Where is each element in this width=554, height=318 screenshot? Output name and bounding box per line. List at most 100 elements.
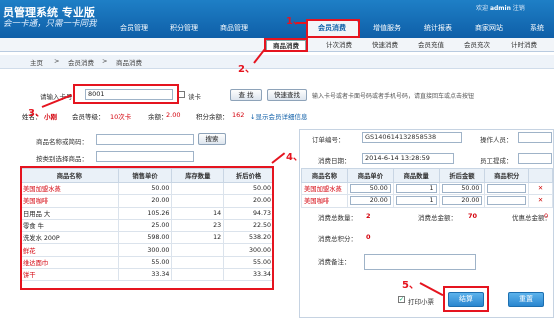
breadcrumb-home[interactable]: 主页: [30, 57, 43, 67]
goods-price-cell: 50.00: [117, 181, 173, 196]
points-label: 积分余额：: [196, 113, 229, 121]
welcome-text: 欢迎: [476, 5, 489, 12]
card-number-input[interactable]: 8001: [85, 89, 173, 100]
remark-input[interactable]: [364, 254, 476, 270]
goods-row[interactable]: 美国咖啡 20.00 20.00: [20, 194, 274, 208]
operator-input[interactable]: [518, 132, 552, 143]
total-points-label: 消费总积分：: [318, 235, 357, 243]
cart-amount-input[interactable]: 50.00: [441, 184, 483, 194]
consume-date-input[interactable]: 2014-6-14 13:28:59: [362, 153, 454, 164]
settle-button[interactable]: 结算: [448, 292, 484, 307]
user-name: admin: [489, 5, 511, 12]
nav-tab-points[interactable]: 积分管理: [160, 20, 208, 36]
cart-qty-cell: 1: [392, 181, 440, 196]
goods-discount-cell: 33.34: [223, 268, 274, 282]
print-receipt-checkbox[interactable]: ✓: [398, 296, 405, 303]
goods-name-cell: 日用品 大: [20, 206, 119, 220]
nav-tab-member-manage[interactable]: 会员管理: [110, 20, 158, 36]
cart-col-price: 商品单价: [346, 168, 394, 183]
cart-price-input[interactable]: 50.00: [349, 184, 391, 194]
goods-stock-cell: 14: [171, 206, 225, 220]
nav-tab-system[interactable]: 系统: [520, 20, 554, 36]
goods-name-filter-label: 商品名称或简码：: [36, 138, 88, 146]
cart-table: 商品名称 商品单价 商品数量 折后金额 商品积分 美国加盟水蒸 50.00 1 50.…: [301, 168, 553, 208]
goods-row[interactable]: 饼干 33.34 33.34: [20, 268, 274, 282]
discount-total-value: 0: [544, 212, 549, 220]
show-member-detail-link[interactable]: ↓显示会员详细信息: [250, 111, 307, 121]
find-button[interactable]: 查 找: [230, 89, 262, 101]
nav-tab-reports[interactable]: 统计报表: [414, 20, 462, 36]
total-points-value: 0: [366, 233, 371, 241]
cart-col-name: 商品名称: [301, 168, 348, 183]
operator-label: 操作人员：: [480, 136, 513, 144]
goods-row[interactable]: 零食 牛 25.00 23 22.50: [20, 218, 274, 233]
subtab-count-consume[interactable]: 计次消费: [320, 40, 358, 51]
goods-row[interactable]: 维达面巾 55.00 55.00: [20, 255, 274, 270]
member-level: 10次卡: [110, 113, 132, 121]
cart-points-cell: [484, 194, 530, 208]
cart-delete-icon[interactable]: ✕: [528, 194, 553, 208]
total-qty-value: 2: [366, 212, 371, 220]
goods-search-button[interactable]: 搜索: [198, 133, 226, 145]
goods-name-cell: 鲜花: [20, 243, 119, 257]
cart-qty-input[interactable]: 1: [395, 184, 437, 194]
category-filter-select[interactable]: [96, 151, 194, 162]
subtab-timed-consume[interactable]: 计时消费: [504, 40, 544, 51]
staff-commission-input[interactable]: [518, 153, 552, 164]
print-receipt-label: 打印小票: [408, 298, 434, 306]
goods-row[interactable]: 美国加盟水蒸 50.00 50.00: [20, 181, 274, 196]
goods-discount-cell: 300.00: [223, 243, 274, 257]
goods-stock-cell: 23: [171, 218, 225, 233]
goods-row[interactable]: 日用品 大 105.26 14 94.73: [20, 206, 274, 220]
goods-name-filter-input[interactable]: [96, 134, 194, 145]
step4-arrow-icon: [271, 152, 286, 164]
goods-table: 商品名称 销售单价 库存数量 折后价格 美国加盟水蒸 50.00 50.00 美国咖啡…: [20, 168, 274, 282]
breadcrumb-consume[interactable]: 会员消费: [68, 57, 94, 67]
cart-qty-input[interactable]: 1: [395, 196, 437, 206]
subtab-goods-consume[interactable]: 商品消费: [266, 40, 306, 51]
cart-price-cell: 50.00: [346, 181, 394, 196]
quick-find-button[interactable]: 快速查找: [267, 89, 307, 101]
subtab-recharge-count[interactable]: 会员充次: [458, 40, 496, 51]
nav-tab-goods[interactable]: 商品管理: [210, 20, 258, 36]
cart-delete-icon[interactable]: ✕: [528, 181, 553, 196]
goods-stock-cell: [171, 268, 225, 282]
goods-name-cell: 维达面巾: [20, 255, 119, 270]
points-value: 162: [232, 111, 245, 119]
step1-arrow-icon: [296, 22, 308, 24]
nav-tab-website[interactable]: 商家网站: [464, 20, 514, 36]
goods-name-cell: 美国咖啡: [20, 194, 119, 208]
cart-amount-cell: 20.00: [438, 194, 486, 208]
goods-price-cell: 20.00: [117, 194, 173, 208]
goods-row[interactable]: 鲜花 300.00 300.00: [20, 243, 274, 257]
logout-link[interactable]: 注销: [513, 5, 525, 12]
total-amount-value: 70: [468, 212, 478, 220]
cart-amount-input[interactable]: 20.00: [441, 196, 483, 206]
goods-discount-cell: 20.00: [223, 194, 274, 208]
order-no-value: GS140614132858538: [362, 132, 462, 143]
breadcrumb-current: 商品消费: [116, 59, 142, 67]
subtab-quick-consume[interactable]: 快速消费: [366, 40, 404, 51]
cart-price-cell: 20.00: [346, 194, 394, 208]
read-card-checkbox[interactable]: [178, 91, 185, 98]
goods-stock-cell: 12: [171, 231, 225, 245]
search-hint: 输入卡号或者卡面号码或者手机号码，请直接回车或点击按钮: [312, 93, 475, 100]
goods-discount-cell: 50.00: [223, 181, 274, 196]
cart-points-input[interactable]: [487, 196, 527, 206]
total-qty-label: 消费总数量：: [318, 214, 357, 222]
nav-tab-consume[interactable]: 会员消费: [306, 20, 358, 36]
nav-tab-value-added[interactable]: 增值服务: [362, 20, 412, 36]
cart-col-amount: 折后金额: [438, 168, 486, 183]
subtab-recharge[interactable]: 会员充值: [412, 40, 450, 51]
app-slogan: 会一卡通，只需一卡同我: [3, 19, 97, 29]
cart-name-cell: 美国加盟水蒸: [301, 181, 348, 196]
goods-price-cell: 55.00: [117, 255, 173, 270]
cart-points-input[interactable]: [487, 184, 527, 194]
reset-button[interactable]: 重置: [508, 292, 544, 307]
goods-price-cell: 25.00: [117, 218, 173, 233]
cart-price-input[interactable]: 20.00: [349, 196, 391, 206]
goods-row[interactable]: 洗发水 200P 598.00 12 538.20: [20, 231, 274, 245]
breadcrumb-sep-icon: >: [54, 57, 60, 65]
goods-col-stock: 库存数量: [171, 168, 225, 183]
read-card-label: 读卡: [188, 93, 201, 101]
